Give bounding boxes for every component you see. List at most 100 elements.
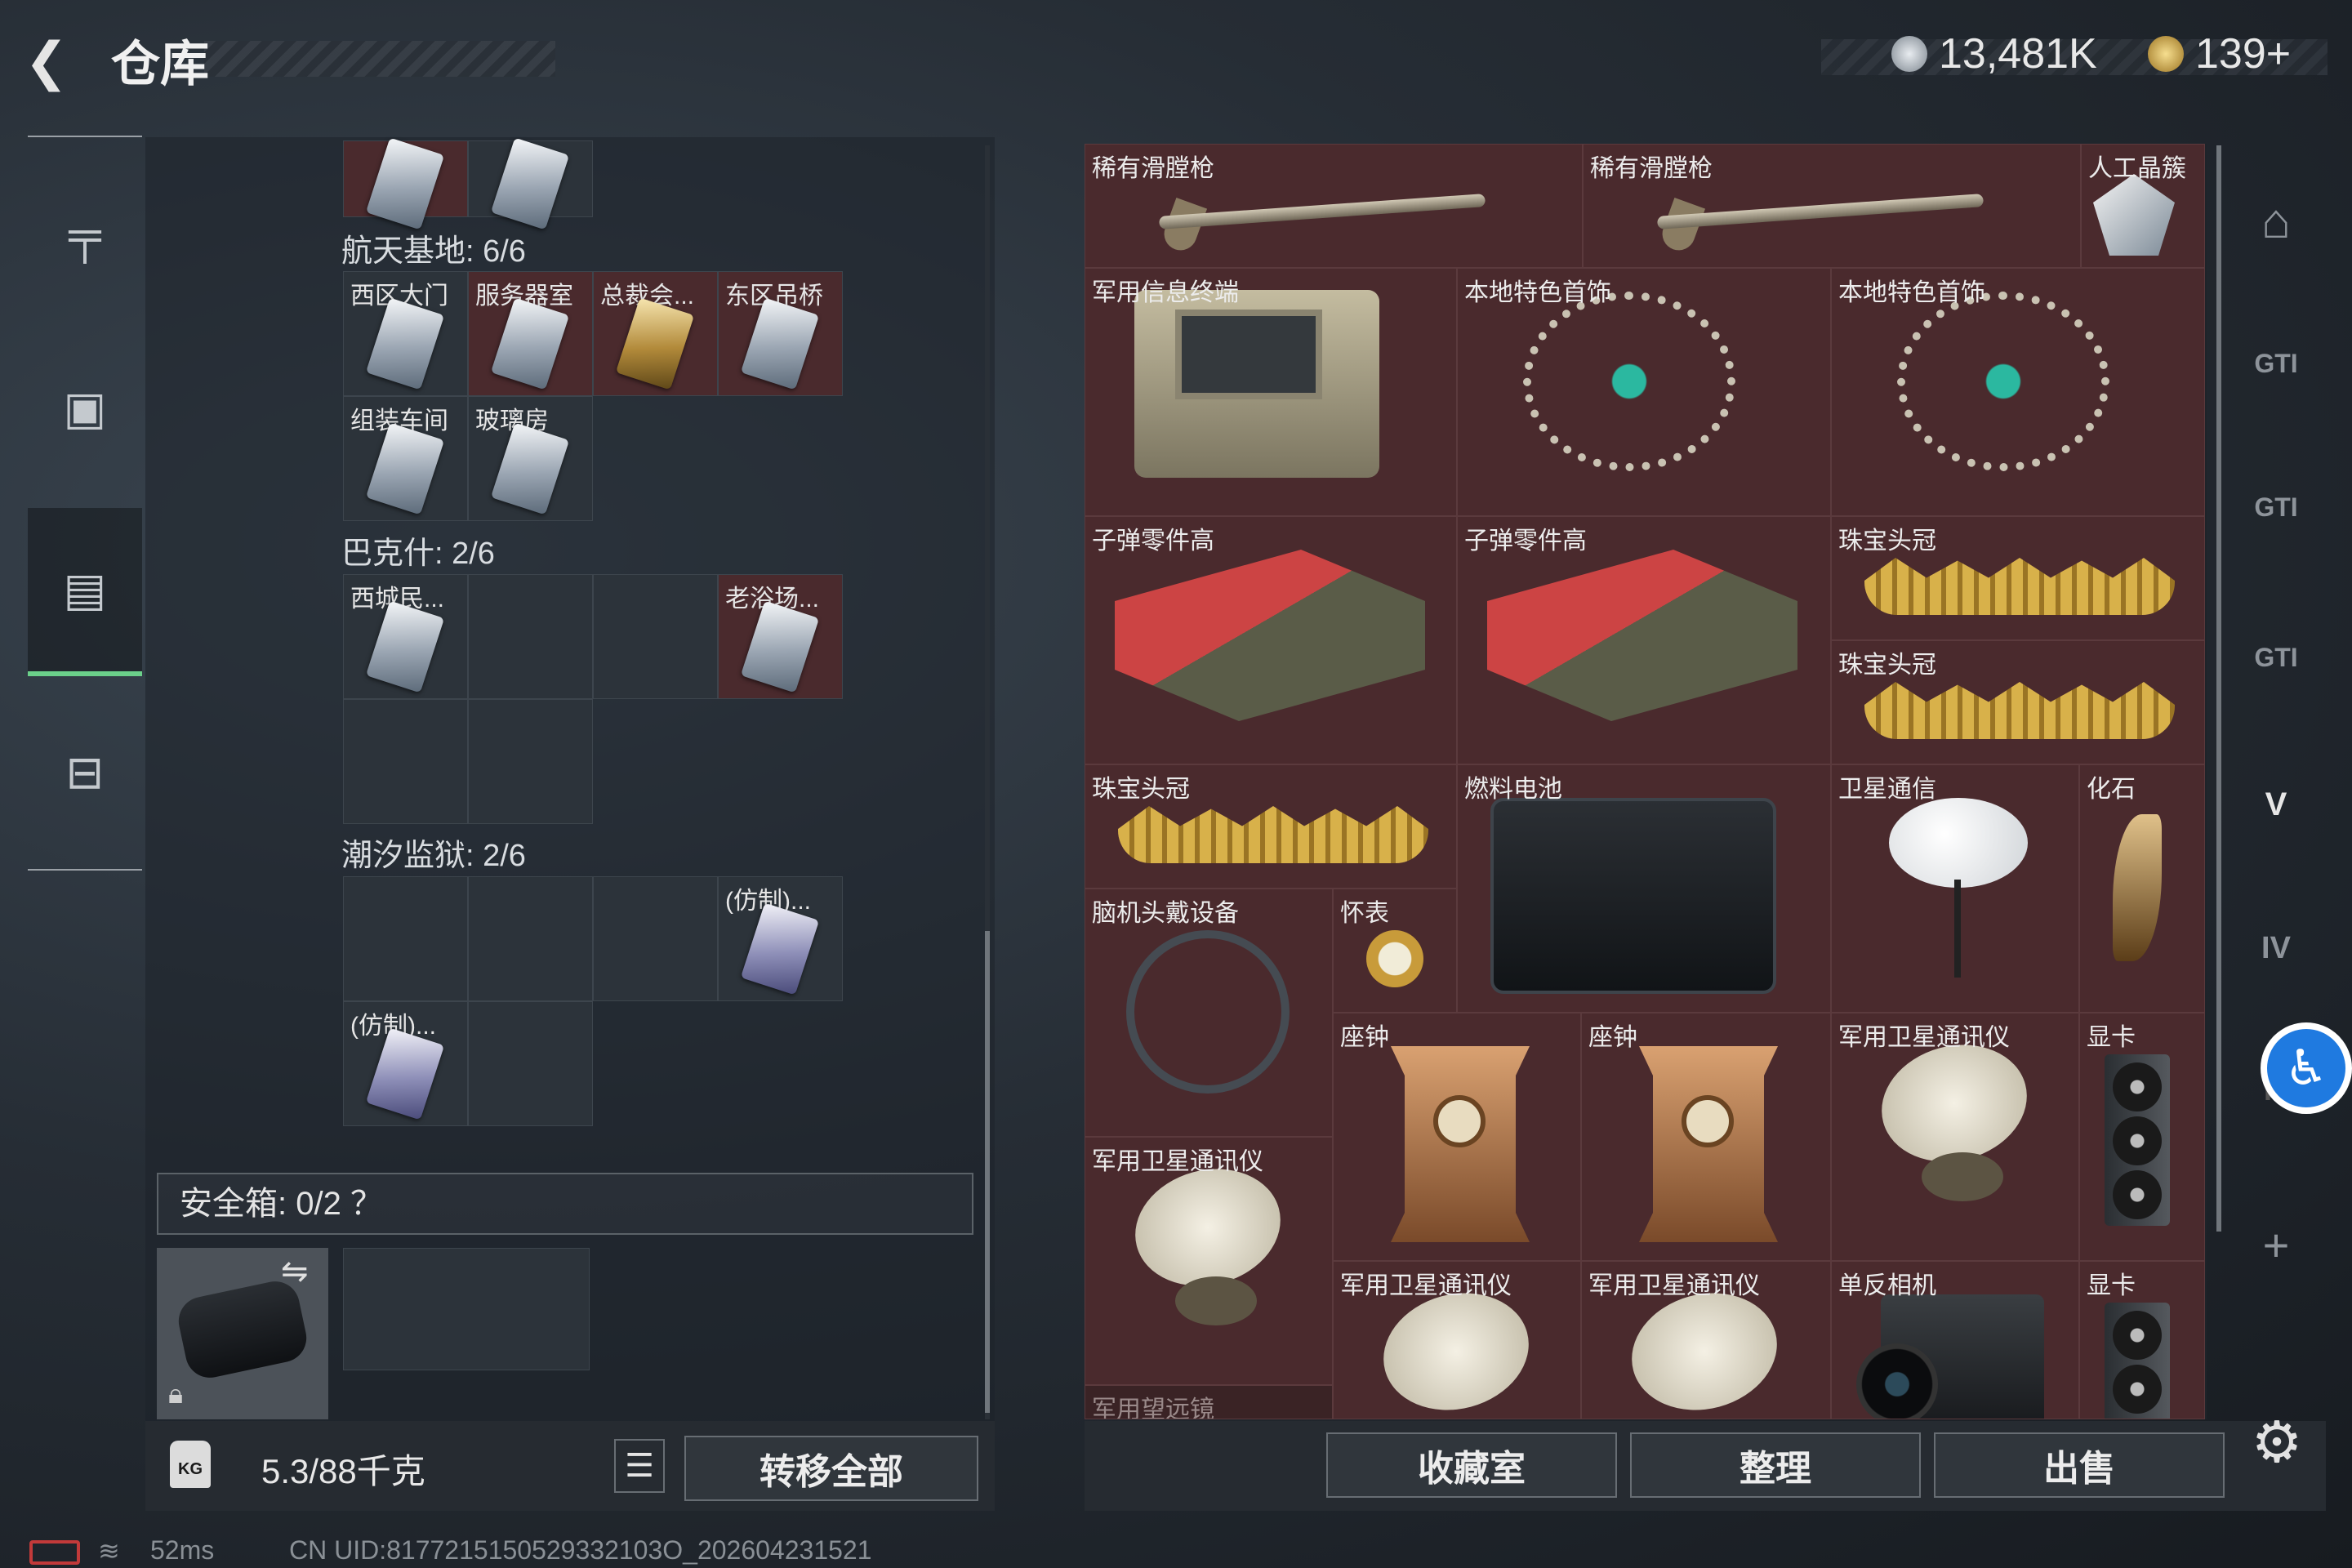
inventory-item[interactable]: 座钟 bbox=[1333, 1013, 1581, 1261]
stash-tab-gti-3[interactable]: GTI bbox=[2239, 621, 2313, 694]
ammo-parts-icon bbox=[1487, 550, 1797, 721]
inventory-item[interactable]: 燃料电池 bbox=[1457, 764, 1831, 1013]
ammo-parts-icon bbox=[1115, 550, 1425, 721]
sort-button[interactable]: 整理 bbox=[1630, 1432, 1921, 1498]
inventory-item[interactable]: 化石 bbox=[2079, 764, 2205, 1013]
keycard-icon bbox=[490, 137, 570, 230]
inventory-item[interactable]: 珠宝头冠 bbox=[1085, 764, 1457, 889]
inventory-item[interactable]: 显卡 bbox=[2079, 1013, 2205, 1261]
stash-cell-empty[interactable] bbox=[468, 876, 593, 1001]
item-name: 座钟 bbox=[1588, 1024, 1637, 1051]
inventory-item[interactable]: 稀有滑膛枪 bbox=[1085, 144, 1583, 268]
accessibility-icon[interactable]: ♿︎ bbox=[2261, 1022, 2352, 1114]
stash-cell[interactable]: 组装车间 bbox=[343, 396, 468, 521]
safe-slot-empty[interactable] bbox=[343, 1248, 590, 1370]
sell-button[interactable]: 出售 bbox=[1934, 1432, 2225, 1498]
stash-cell-empty[interactable] bbox=[343, 876, 468, 1001]
item-name: 卫星通信 bbox=[1838, 776, 1936, 803]
briefcase-icon: ⊟ bbox=[65, 746, 105, 798]
item-name: 怀表 bbox=[1340, 900, 1389, 927]
tab-label: GTI bbox=[2254, 492, 2298, 522]
stash-tab-v[interactable]: V bbox=[2239, 768, 2313, 841]
silver-amount: 13,481K bbox=[1939, 30, 2097, 78]
inventory-item[interactable]: 单反相机 bbox=[1831, 1261, 2079, 1419]
stash-cell-empty[interactable] bbox=[343, 699, 468, 824]
item-name: 稀有滑膛枪 bbox=[1092, 155, 1214, 182]
dish-stand-icon bbox=[1954, 880, 1961, 978]
keycard-icon bbox=[490, 422, 570, 515]
item-name: 军用卫星通讯仪 bbox=[1092, 1148, 1263, 1175]
inventory-item[interactable]: 稀有滑膛枪 bbox=[1583, 144, 2081, 268]
inventory-item[interactable]: 本地特色首饰 bbox=[1457, 268, 1831, 516]
stash-tab-iv[interactable]: IV bbox=[2239, 911, 2313, 985]
storage-building-icon[interactable]: ⌂ bbox=[2239, 185, 2313, 258]
stash-cell-empty[interactable] bbox=[468, 1001, 593, 1126]
inventory-item[interactable]: 军用望远镜 bbox=[1085, 1385, 1333, 1419]
inventory-item[interactable]: 军用卫星通讯仪 bbox=[1333, 1261, 1581, 1419]
gpu-icon bbox=[2105, 1054, 2170, 1226]
inventory-item[interactable]: 人工晶簇 bbox=[2081, 144, 2205, 268]
add-tab-icon[interactable]: + bbox=[2239, 1209, 2313, 1282]
tab-label: V bbox=[2265, 786, 2287, 822]
stash-cell-empty[interactable] bbox=[468, 574, 593, 699]
keycard-icon bbox=[740, 902, 820, 996]
keycard-icon bbox=[740, 297, 820, 390]
item-name: 单反相机 bbox=[1838, 1272, 1936, 1299]
stash-cell[interactable] bbox=[468, 137, 593, 230]
keycard-icon bbox=[615, 297, 695, 390]
inventory-item[interactable]: 座钟 bbox=[1581, 1013, 1831, 1261]
headset-icon bbox=[1126, 930, 1290, 1094]
inventory-item[interactable]: 珠宝头冠 bbox=[1831, 516, 2205, 640]
stash-tab-gti-2[interactable]: GTI bbox=[2239, 470, 2313, 544]
inventory-item[interactable]: 军用信息终端 bbox=[1085, 268, 1457, 516]
transfer-all-button[interactable]: 转移全部 bbox=[684, 1436, 978, 1501]
nav-weapons[interactable]: ╤ bbox=[28, 160, 142, 307]
inventory-item[interactable]: 卫星通信 bbox=[1831, 764, 2079, 1013]
stash-cell[interactable]: 西区大门 bbox=[343, 271, 468, 396]
uid-label: CN UID:8177215150529332103O_202604231521 bbox=[289, 1535, 872, 1565]
inventory-item[interactable]: 显卡 bbox=[2079, 1261, 2205, 1419]
inventory-item[interactable]: 军用卫星通讯仪 bbox=[1085, 1137, 1333, 1385]
stash-scrollbar-thumb[interactable] bbox=[985, 931, 990, 1413]
stash-cell[interactable]: 玻璃房 bbox=[468, 396, 593, 521]
stash-cell[interactable]: 总裁会... bbox=[593, 271, 718, 396]
item-name: 人工晶簇 bbox=[2088, 155, 2186, 182]
stash-cell[interactable] bbox=[343, 137, 468, 230]
stash-tab-gti-1[interactable]: GTI bbox=[2239, 327, 2313, 400]
swap-icon[interactable]: ⇋ bbox=[281, 1253, 309, 1290]
inventory-item[interactable]: 本地特色首饰 bbox=[1831, 268, 2205, 516]
nav-stash[interactable]: ▤ bbox=[28, 508, 142, 676]
inventory-item[interactable]: 军用卫星通讯仪 bbox=[1581, 1261, 1831, 1419]
terminal-icon bbox=[1134, 290, 1379, 478]
inventory-item[interactable]: 子弹零件高 bbox=[1085, 516, 1457, 764]
tab-label: IV bbox=[2261, 931, 2291, 965]
item-name: 化石 bbox=[2087, 776, 2136, 803]
inventory-item[interactable]: 子弹零件高 bbox=[1457, 516, 1831, 764]
stash-cell[interactable]: 服务器室 bbox=[468, 271, 593, 396]
stash-cell[interactable]: 老浴场... bbox=[718, 574, 843, 699]
stash-cell[interactable]: 西城民... bbox=[343, 574, 468, 699]
safe-box-label: 安全箱: 0/2 ？ bbox=[180, 1186, 383, 1222]
settings-gear-icon[interactable]: ⚙ bbox=[2244, 1410, 2310, 1475]
stash-cell[interactable]: (仿制)... bbox=[718, 876, 843, 1001]
inventory-scrollbar[interactable] bbox=[2216, 145, 2221, 1232]
stash-cell[interactable]: (仿制)... bbox=[343, 1001, 468, 1126]
inventory-item[interactable]: 军用卫星通讯仪 bbox=[1831, 1013, 2079, 1261]
keycard-icon bbox=[365, 137, 445, 230]
collection-button[interactable]: 收藏室 bbox=[1326, 1432, 1617, 1498]
stash-cell-empty[interactable] bbox=[593, 876, 718, 1001]
safe-box-item[interactable]: ⇋ 🔒︎ bbox=[157, 1248, 328, 1419]
inventory-item[interactable]: 珠宝头冠 bbox=[1831, 640, 2205, 764]
jewelry-icon bbox=[1523, 292, 1735, 471]
inventory-item[interactable]: 脑机头戴设备 bbox=[1085, 889, 1333, 1137]
list-view-button[interactable]: ☰ bbox=[614, 1439, 665, 1493]
stash-cell-empty[interactable] bbox=[468, 699, 593, 824]
inventory-item[interactable]: 怀表 bbox=[1333, 889, 1457, 1013]
stash-cell[interactable]: 东区吊桥 bbox=[718, 271, 843, 396]
nav-case[interactable]: ⊟ bbox=[28, 699, 142, 846]
item-name: 军用卫星通讯仪 bbox=[1838, 1024, 2010, 1051]
stash-cell-empty[interactable] bbox=[593, 574, 718, 699]
nav-backpack[interactable]: ▣ bbox=[28, 335, 142, 482]
back-arrow-icon[interactable]: ❮ bbox=[24, 33, 82, 90]
safe-box-header[interactable]: 安全箱: 0/2 ？ bbox=[157, 1173, 973, 1235]
